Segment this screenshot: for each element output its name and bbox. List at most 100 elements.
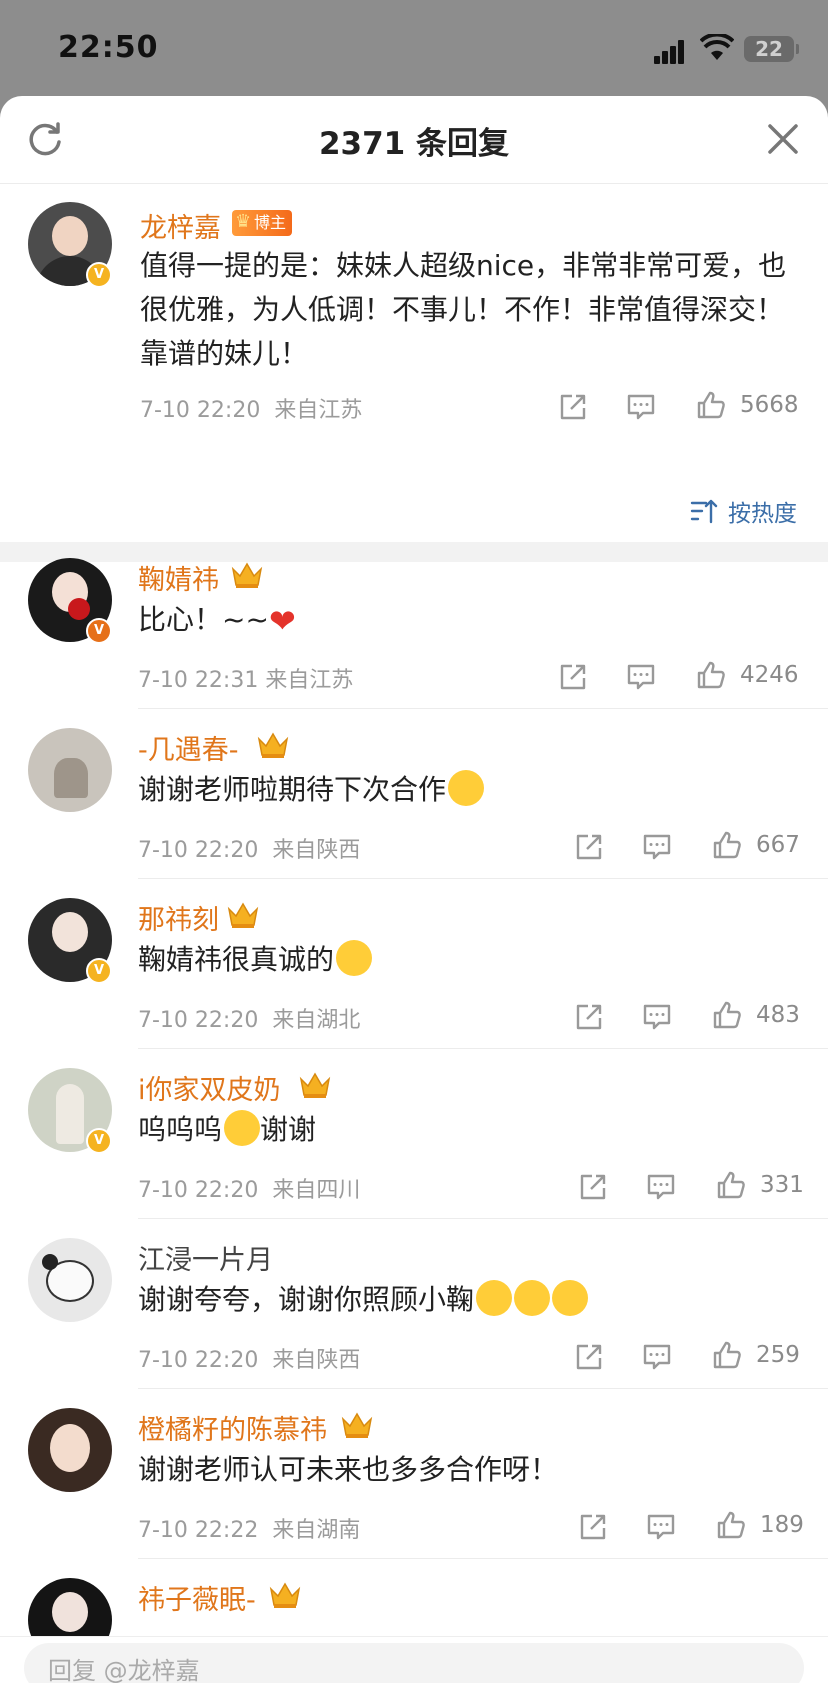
username[interactable]: 祎子薇眠- bbox=[138, 1578, 256, 1617]
comment-meta: 7-10 22:20 来自四川 bbox=[138, 1172, 360, 1204]
crying-emoji-icon bbox=[224, 1110, 261, 1146]
avatar[interactable] bbox=[28, 1408, 112, 1492]
like-icon[interactable] bbox=[696, 390, 726, 420]
reply-icon[interactable] bbox=[626, 662, 656, 692]
like-count: 483 bbox=[756, 1002, 800, 1028]
avatar[interactable] bbox=[28, 1238, 112, 1322]
sort-label: 按热度 bbox=[728, 501, 797, 527]
crown-icon bbox=[341, 1412, 373, 1438]
section-divider bbox=[0, 542, 828, 562]
like-count: 5668 bbox=[740, 392, 799, 418]
reply-icon[interactable] bbox=[642, 1342, 672, 1372]
comment-location: 来自四川 bbox=[272, 1178, 361, 1203]
comment-location: 来自湖北 bbox=[272, 1008, 361, 1033]
avatar[interactable] bbox=[28, 728, 112, 812]
comment-time: 7-10 22:20 bbox=[138, 1348, 259, 1373]
comment-text: 比心！~~❤ bbox=[138, 598, 296, 643]
like-count: 667 bbox=[756, 832, 800, 858]
comment-location: 来自江苏 bbox=[274, 398, 363, 423]
username[interactable]: 橙橘籽的陈慕祎 bbox=[138, 1408, 327, 1447]
like-count: 259 bbox=[756, 1342, 800, 1368]
verified-icon: V bbox=[86, 1128, 112, 1154]
flower-emoji-icon bbox=[552, 1280, 589, 1316]
like-icon[interactable] bbox=[712, 1000, 742, 1030]
comment-meta: 7-10 22:20 来自江苏 bbox=[140, 392, 362, 424]
reply-icon[interactable] bbox=[646, 1512, 676, 1542]
comment-time: 7-10 22:20 bbox=[140, 398, 261, 423]
verified-icon: V bbox=[86, 618, 112, 644]
reply-icon[interactable] bbox=[646, 1172, 676, 1202]
comment-location: 来自陕西 bbox=[272, 838, 361, 863]
comment-meta: 7-10 22:31 来自江苏 bbox=[138, 662, 353, 694]
sheet-header: 2371 条回复 bbox=[0, 96, 828, 184]
divider bbox=[138, 1388, 828, 1389]
like-icon[interactable] bbox=[712, 1340, 742, 1370]
reply-icon[interactable] bbox=[626, 392, 656, 422]
page-title: 2371 条回复 bbox=[318, 126, 510, 162]
comment-location: 来自陕西 bbox=[272, 1348, 361, 1373]
share-icon[interactable] bbox=[558, 662, 588, 692]
crown-icon bbox=[299, 1072, 331, 1098]
comment-location: 来自湖南 bbox=[272, 1518, 361, 1543]
username[interactable]: i你家双皮奶 bbox=[138, 1068, 281, 1107]
crown-icon bbox=[257, 732, 289, 758]
comment-text: 鞠婧祎很真诚的 bbox=[138, 938, 373, 982]
share-icon[interactable] bbox=[578, 1512, 608, 1542]
like-count: 4246 bbox=[740, 662, 799, 688]
like-icon[interactable] bbox=[716, 1510, 746, 1540]
divider bbox=[138, 1048, 828, 1049]
username[interactable]: 龙梓嘉 bbox=[140, 206, 221, 245]
wifi-icon bbox=[700, 34, 734, 60]
flower-emoji-icon bbox=[476, 1280, 513, 1316]
comment-time: 7-10 22:22 bbox=[138, 1518, 259, 1543]
crying-emoji-icon bbox=[336, 940, 373, 976]
username[interactable]: 江浸一片月 bbox=[138, 1238, 273, 1277]
comment-text: 谢谢老师啦期待下次合作 bbox=[138, 768, 485, 812]
like-icon[interactable] bbox=[716, 1170, 746, 1200]
like-count: 331 bbox=[760, 1172, 804, 1198]
divider bbox=[138, 1558, 828, 1559]
divider bbox=[138, 1218, 828, 1219]
reply-icon[interactable] bbox=[642, 832, 672, 862]
sort-icon bbox=[690, 499, 718, 524]
status-time: 22:50 bbox=[58, 30, 159, 65]
like-icon[interactable] bbox=[712, 830, 742, 860]
comment-text: 值得一提的是：妹妹人超级nice，非常非常可爱，也很优雅，为人低调！不事儿！不作… bbox=[140, 249, 787, 370]
sort-toggle[interactable]: 按热度 bbox=[690, 494, 810, 528]
crown-icon bbox=[231, 562, 263, 588]
share-icon[interactable] bbox=[574, 1342, 604, 1372]
signal-icon bbox=[654, 36, 690, 64]
share-icon[interactable] bbox=[574, 1002, 604, 1032]
username[interactable]: -几遇春- bbox=[138, 728, 239, 767]
like-count: 189 bbox=[760, 1512, 804, 1538]
comment-text: 谢谢夸夸，谢谢你照顾小鞠 bbox=[138, 1278, 589, 1322]
divider bbox=[138, 878, 828, 879]
share-icon[interactable] bbox=[578, 1172, 608, 1202]
comment-time: 7-10 22:31 bbox=[138, 668, 259, 693]
like-icon[interactable] bbox=[696, 660, 726, 690]
crown-icon bbox=[269, 1582, 301, 1608]
reply-bar: 回复 @龙梓嘉 bbox=[0, 1636, 828, 1683]
username[interactable]: 那祎刻 bbox=[138, 898, 219, 937]
close-icon[interactable] bbox=[766, 122, 800, 156]
comment-meta: 7-10 22:20 来自陕西 bbox=[138, 1342, 360, 1374]
blogger-comment: V 龙梓嘉 博主 值得一提的是：妹妹人超级nice，非常非常可爱，也很优雅，为人… bbox=[0, 184, 828, 542]
comment-time: 7-10 22:20 bbox=[138, 838, 259, 863]
battery-icon: 22 bbox=[744, 36, 799, 62]
reply-icon[interactable] bbox=[642, 1002, 672, 1032]
comment-text: 呜呜呜 谢谢 bbox=[138, 1108, 316, 1152]
share-icon[interactable] bbox=[574, 832, 604, 862]
heart-icon: ❤ bbox=[268, 602, 296, 640]
reply-input[interactable]: 回复 @龙梓嘉 bbox=[24, 1643, 804, 1683]
flower-emoji-icon bbox=[514, 1280, 551, 1316]
comment-time: 7-10 22:20 bbox=[138, 1008, 259, 1033]
replies-sheet: 2371 条回复 V 龙梓嘉 博主 值得一提的是：妹妹人超级nice，非常非常可… bbox=[0, 96, 828, 1683]
comment-text: 谢谢老师认可未来也多多合作呀！ bbox=[138, 1453, 559, 1486]
comment-time: 7-10 22:20 bbox=[138, 1178, 259, 1203]
divider bbox=[138, 708, 828, 709]
blush-emoji-icon bbox=[448, 770, 485, 806]
verified-icon: V bbox=[86, 262, 112, 288]
comment-location: 来自江苏 bbox=[265, 668, 354, 693]
share-icon[interactable] bbox=[558, 392, 588, 422]
username[interactable]: 鞠婧祎 bbox=[138, 558, 219, 597]
